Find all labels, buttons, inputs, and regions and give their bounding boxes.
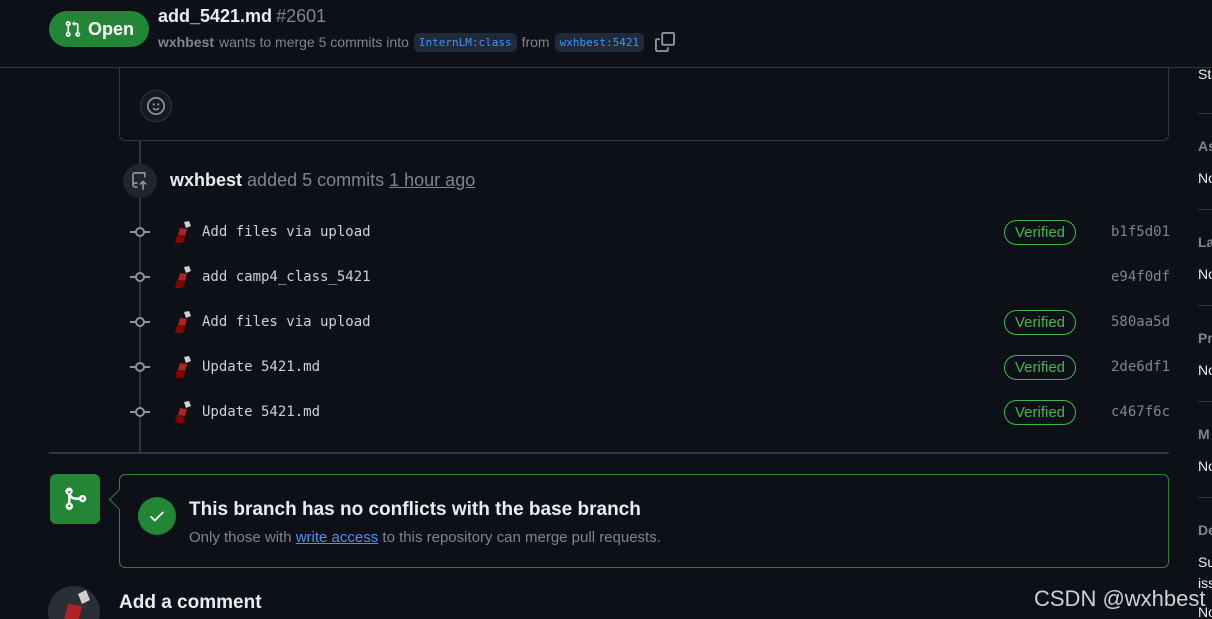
commit-sha-link[interactable]: 2de6df1 <box>1111 359 1170 375</box>
verified-badge[interactable]: Verified <box>1004 220 1076 245</box>
avatar-image <box>48 586 100 619</box>
git-commit-icon <box>130 317 150 327</box>
pr-author-link[interactable]: wxhbest <box>158 34 214 50</box>
commit-row: add camp4_class_5421 e94f0df <box>130 262 1170 292</box>
sidebar-divider <box>1198 401 1212 402</box>
add-reaction-button[interactable] <box>140 90 172 122</box>
commit-message-link[interactable]: add camp4_class_5421 <box>202 269 371 285</box>
git-pull-request-icon <box>65 21 81 37</box>
pr-meta: wxhbest wants to merge 5 commits into In… <box>158 32 676 52</box>
check-icon <box>150 511 164 522</box>
sidebar-divider <box>1198 209 1212 210</box>
sidebar-development-label[interactable]: De <box>1198 522 1212 538</box>
sidebar-milestone-label[interactable]: M <box>1198 426 1210 442</box>
commit-author-avatar[interactable] <box>172 356 194 378</box>
sidebar-assignees-label[interactable]: As <box>1198 138 1212 154</box>
smiley-icon <box>147 97 165 115</box>
sidebar-milestone-value: No <box>1198 458 1212 474</box>
check-circle-icon <box>138 497 176 535</box>
commit-author-avatar[interactable] <box>172 266 194 288</box>
sidebar-projects-label[interactable]: Pr <box>1198 330 1212 346</box>
pr-state-badge: Open <box>49 11 149 47</box>
add-comment-heading: Add a comment <box>119 592 262 613</box>
commit-row: Add files via upload Verified b1f5d01 <box>130 217 1170 247</box>
push-icon <box>132 172 147 190</box>
commit-message-link[interactable]: Add files via upload <box>202 224 371 240</box>
git-commit-icon <box>130 272 150 282</box>
commit-author-avatar[interactable] <box>172 401 194 423</box>
commit-author-avatar[interactable] <box>172 221 194 243</box>
pr-state-label: Open <box>87 18 134 39</box>
git-commit-icon <box>130 407 150 417</box>
sidebar-status: St <box>1198 66 1212 82</box>
write-access-link[interactable]: write access <box>296 529 379 546</box>
sidebar-projects-value: No <box>1198 362 1212 378</box>
verified-badge[interactable]: Verified <box>1004 310 1076 335</box>
event-author-link[interactable]: wxhbest <box>170 170 242 190</box>
commits-event-text: wxhbest added 5 commits 1 hour ago <box>170 170 475 191</box>
commit-sha-link[interactable]: 580aa5d <box>1111 314 1170 330</box>
event-action: added 5 commits <box>247 170 385 190</box>
verified-badge[interactable]: Verified <box>1004 400 1076 425</box>
watermark: CSDN @wxhbest <box>1034 586 1206 611</box>
commit-sha-link[interactable]: e94f0df <box>1111 269 1170 285</box>
timeline-divider <box>49 452 1169 454</box>
repo-push-icon <box>123 164 157 198</box>
merge-status-description: Only those with write access to this rep… <box>189 529 661 546</box>
commit-row: Add files via upload Verified 580aa5d <box>130 307 1170 337</box>
git-merge-icon <box>50 474 100 524</box>
merge-desc-before: Only those with <box>189 529 292 546</box>
merge-text: wants to merge 5 commits into <box>219 34 409 50</box>
sidebar-assignees-value: No <box>1198 170 1212 186</box>
sidebar-labels-label[interactable]: La <box>1198 234 1212 250</box>
merge-status-box: This branch has no conflicts with the ba… <box>119 474 1169 568</box>
event-time-link[interactable]: 1 hour ago <box>389 170 475 190</box>
sidebar-development-text: Su <box>1198 554 1212 570</box>
commit-row: Update 5421.md Verified 2de6df1 <box>130 352 1170 382</box>
commit-sha-link[interactable]: b1f5d01 <box>1111 224 1170 240</box>
base-branch-label[interactable]: InternLM:class <box>413 32 517 52</box>
merge-status-title: This branch has no conflicts with the ba… <box>189 499 641 520</box>
commit-message-link[interactable]: Add files via upload <box>202 314 371 330</box>
merge-icon <box>65 487 87 510</box>
sidebar-divider <box>1198 305 1212 306</box>
pr-title: add_5421.md #2601 <box>158 6 326 27</box>
pr-number: #2601 <box>276 6 327 26</box>
pr-sticky-header: Open add_5421.md #2601 wxhbest wants to m… <box>0 0 1212 68</box>
git-commit-icon <box>130 362 150 372</box>
commit-author-avatar[interactable] <box>172 311 194 333</box>
sidebar-divider <box>1198 497 1212 498</box>
avatar[interactable] <box>48 586 100 619</box>
commit-message-link[interactable]: Update 5421.md <box>202 404 320 420</box>
sidebar-divider <box>1198 113 1212 114</box>
sidebar-labels-value: No <box>1198 266 1212 282</box>
pr-title-text[interactable]: add_5421.md <box>158 6 272 26</box>
from-text: from <box>521 34 550 50</box>
merge-desc-after: to this repository can merge pull reques… <box>382 529 661 546</box>
commit-row: Update 5421.md Verified c467f6c <box>130 397 1170 427</box>
copy-icon[interactable] <box>655 32 676 52</box>
commit-message-link[interactable]: Update 5421.md <box>202 359 320 375</box>
head-branch-label[interactable]: wxhbest:5421 <box>554 32 645 52</box>
commit-sha-link[interactable]: c467f6c <box>1111 404 1170 420</box>
git-commit-icon <box>130 227 150 237</box>
verified-badge[interactable]: Verified <box>1004 355 1076 380</box>
pr-sidebar: St As No La No Pr No M No De Su iss No <box>1198 0 1212 619</box>
